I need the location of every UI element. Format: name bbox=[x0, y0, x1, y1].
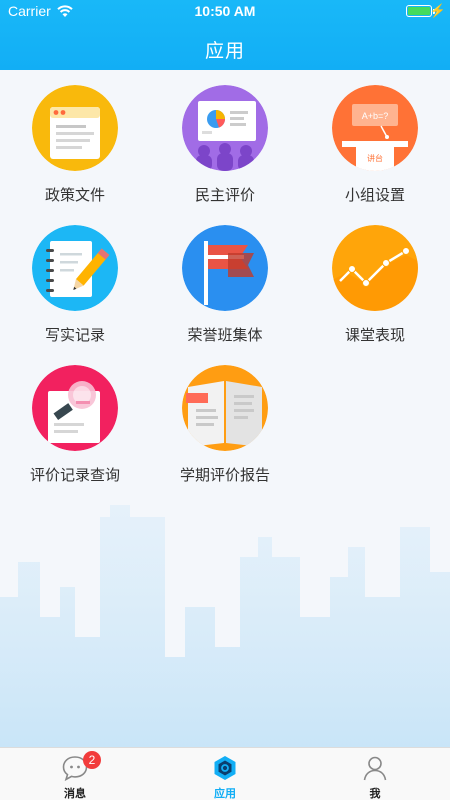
app-term-evaluation-report[interactable]: 学期评价报告 bbox=[150, 350, 300, 490]
page-title: 应用 bbox=[204, 40, 245, 62]
app-group-settings[interactable]: A+b=? 讲台 小组设置 bbox=[300, 70, 450, 210]
tab-messages[interactable]: 2 消息 bbox=[0, 748, 150, 800]
app-label: 学期评价报告 bbox=[179, 466, 270, 484]
tab-apps[interactable]: 应用 bbox=[150, 748, 300, 800]
app-factual-records[interactable]: 写实记录 bbox=[0, 210, 150, 350]
status-bar: Carrier 10:50 AM ⚡ bbox=[0, 0, 450, 24]
policy-document-icon bbox=[32, 85, 118, 171]
app-label: 政策文件 bbox=[44, 186, 105, 204]
flag-icon bbox=[182, 225, 268, 311]
presentation-icon bbox=[182, 85, 268, 171]
app-label: 课堂表现 bbox=[344, 326, 405, 344]
tab-label: 应用 bbox=[214, 787, 236, 800]
app-class-performance[interactable]: 课堂表现 bbox=[300, 210, 450, 350]
bottom-tab-bar: 2 消息 应用 我 bbox=[0, 747, 450, 800]
tab-me[interactable]: 我 bbox=[300, 748, 450, 800]
app-democratic-evaluation[interactable]: 民主评价 bbox=[150, 70, 300, 210]
unread-badge: 2 bbox=[83, 751, 101, 769]
app-label: 荣誉班集体 bbox=[187, 326, 263, 344]
app-evaluation-record-query[interactable]: 评价记录查询 bbox=[0, 350, 150, 490]
app-label: 评价记录查询 bbox=[29, 466, 120, 484]
tab-label: 我 bbox=[369, 787, 381, 800]
app-label: 民主评价 bbox=[194, 186, 255, 204]
board-text: A+b=? bbox=[362, 111, 389, 121]
user-icon bbox=[363, 756, 387, 781]
city-skyline-background bbox=[0, 505, 450, 747]
notebook-pencil-icon bbox=[32, 225, 118, 311]
charging-icon: ⚡ bbox=[429, 3, 446, 18]
podium-text: 讲台 bbox=[367, 153, 383, 163]
top-bar: Carrier 10:50 AM ⚡ 应用 bbox=[0, 0, 450, 70]
status-time: 10:50 AM bbox=[194, 3, 256, 19]
battery-icon bbox=[406, 5, 432, 17]
open-book-icon bbox=[182, 365, 268, 451]
line-chart-icon bbox=[332, 225, 418, 311]
app-honor-class[interactable]: 荣誉班集体 bbox=[150, 210, 300, 350]
hexagon-icon bbox=[214, 756, 236, 780]
lectern-icon: A+b=? 讲台 bbox=[332, 85, 418, 171]
tab-label: 消息 bbox=[64, 787, 86, 800]
app-label: 小组设置 bbox=[344, 186, 405, 204]
app-label: 写实记录 bbox=[44, 326, 105, 344]
app-policy-documents[interactable]: 政策文件 bbox=[0, 70, 150, 210]
stamped-document-icon bbox=[32, 365, 118, 451]
